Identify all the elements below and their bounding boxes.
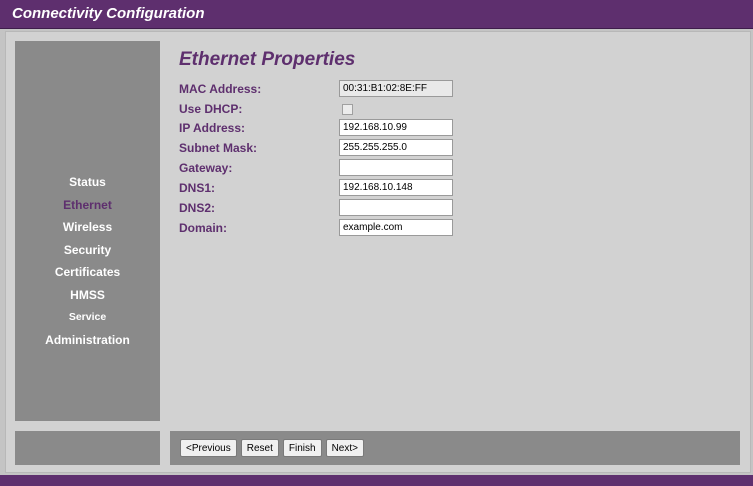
- domain-field[interactable]: [339, 219, 453, 236]
- gateway-label: Gateway:: [179, 161, 233, 175]
- footer-bar: <Previous Reset Finish Next>: [170, 431, 740, 465]
- window-title: Connectivity Configuration: [12, 5, 205, 22]
- sidebar-item-status[interactable]: Status: [15, 171, 160, 194]
- sidebar-item-administration[interactable]: Administration: [15, 329, 160, 352]
- bottom-bar: [0, 475, 753, 486]
- dns1-label: DNS1:: [179, 181, 216, 195]
- dns2-field[interactable]: [339, 199, 453, 216]
- subnet-mask-field[interactable]: [339, 139, 453, 156]
- sidebar-nav: Status Ethernet Wireless Security Certif…: [15, 171, 160, 351]
- domain-label: Domain:: [179, 221, 227, 235]
- sidebar-item-service[interactable]: Service: [15, 306, 160, 329]
- previous-button[interactable]: <Previous: [180, 439, 237, 457]
- use-dhcp-checkbox[interactable]: [342, 104, 353, 115]
- sidebar-item-wireless[interactable]: Wireless: [15, 216, 160, 239]
- sidebar-item-security[interactable]: Security: [15, 239, 160, 262]
- gateway-field[interactable]: [339, 159, 453, 176]
- ip-address-label: IP Address:: [179, 121, 246, 135]
- ip-address-field[interactable]: [339, 119, 453, 136]
- sidebar-item-certificates[interactable]: Certificates: [15, 261, 160, 284]
- footer-left-panel: [15, 431, 160, 465]
- use-dhcp-label: Use DHCP:: [179, 102, 243, 116]
- page-title: Ethernet Properties: [179, 49, 356, 70]
- sidebar: Status Ethernet Wireless Security Certif…: [15, 41, 160, 421]
- next-button[interactable]: Next>: [325, 439, 364, 457]
- subnet-mask-label: Subnet Mask:: [179, 141, 258, 155]
- dns2-label: DNS2:: [179, 201, 216, 215]
- dns1-field[interactable]: [339, 179, 453, 196]
- title-bar: Connectivity Configuration: [0, 0, 753, 29]
- wizard-buttons: <Previous Reset Finish Next>: [180, 439, 364, 457]
- sidebar-item-hmss[interactable]: HMSS: [15, 284, 160, 307]
- mac-address-field: [339, 80, 453, 97]
- content-panel: Ethernet Properties MAC Address: Use DHC…: [166, 41, 746, 421]
- mac-address-label: MAC Address:: [179, 82, 262, 96]
- sidebar-item-ethernet[interactable]: Ethernet: [15, 194, 160, 217]
- reset-button[interactable]: Reset: [240, 439, 279, 457]
- finish-button[interactable]: Finish: [282, 439, 322, 457]
